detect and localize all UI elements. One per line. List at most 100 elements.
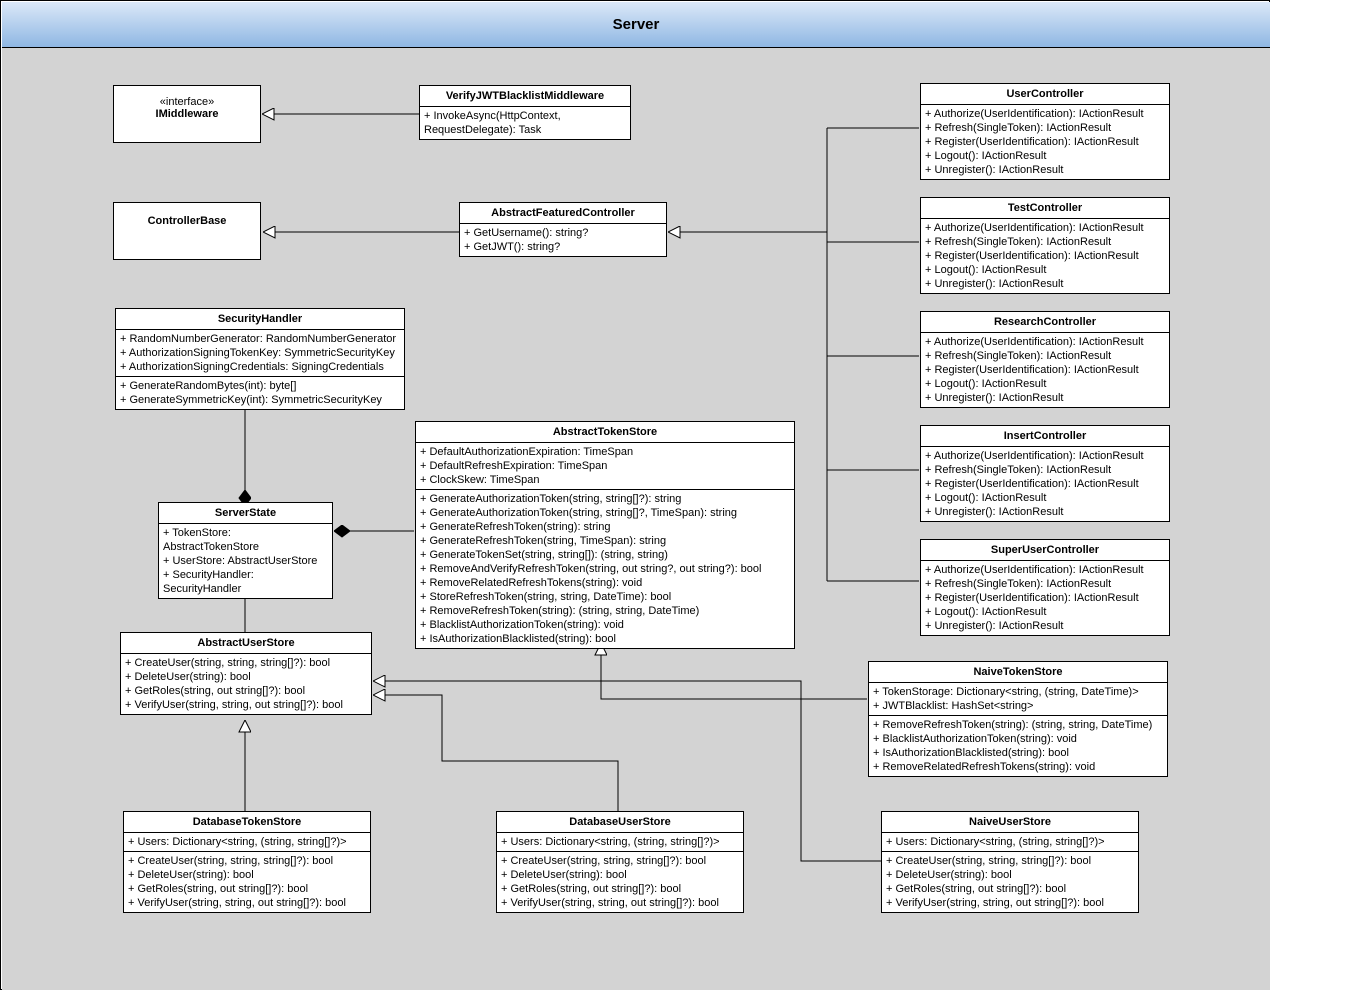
op: + GetJWT(): string? xyxy=(464,240,662,254)
package-server: Server xyxy=(0,0,1270,990)
class-name: AbstractUserStore xyxy=(121,633,371,654)
attr: + JWTBlacklist: HashSet<string> xyxy=(873,699,1163,713)
class-researchcontroller: ResearchController + Authorize(UserIdent… xyxy=(920,311,1170,408)
class-usercontroller: UserController + Authorize(UserIdentific… xyxy=(920,83,1170,180)
op: + GenerateRefreshToken(string, TimeSpan)… xyxy=(420,534,790,548)
op: + GetRoles(string, out string[]?): bool xyxy=(501,882,739,896)
op: + Logout(): IActionResult xyxy=(925,377,1165,391)
diagram-canvas: Server xyxy=(0,0,1361,1001)
class-name: NaiveTokenStore xyxy=(869,662,1167,683)
op: + Refresh(SingleToken): IActionResult xyxy=(925,463,1165,477)
op: + Unregister(): IActionResult xyxy=(925,505,1165,519)
op: + VerifyUser(string, string, out string[… xyxy=(128,896,366,910)
class-databaseuserstore: DatabaseUserStore + Users: Dictionary<st… xyxy=(496,811,744,913)
operations: + GenerateAuthorizationToken(string, str… xyxy=(416,490,794,648)
attributes: + TokenStorage: Dictionary<string, (stri… xyxy=(869,683,1167,716)
class-abstracttokenstore: AbstractTokenStore + DefaultAuthorizatio… xyxy=(415,421,795,649)
attr: + UserStore: AbstractUserStore xyxy=(163,554,328,568)
operations: + CreateUser(string, string, string[]?):… xyxy=(121,654,371,714)
op: + CreateUser(string, string, string[]?):… xyxy=(886,854,1134,868)
op: + CreateUser(string, string, string[]?):… xyxy=(125,656,367,670)
op: + Register(UserIdentification): IActionR… xyxy=(925,249,1165,263)
package-title: Server xyxy=(2,2,1270,48)
operations: + Authorize(UserIdentification): IAction… xyxy=(921,561,1169,635)
op: + DeleteUser(string): bool xyxy=(125,670,367,684)
op: + DeleteUser(string): bool xyxy=(501,868,739,882)
class-serverstate: ServerState + TokenStore: AbstractTokenS… xyxy=(158,502,333,599)
class-name: TestController xyxy=(921,198,1169,219)
op: + Authorize(UserIdentification): IAction… xyxy=(925,449,1165,463)
attr: + ClockSkew: TimeSpan xyxy=(420,473,790,487)
attr: + AuthorizationSigningCredentials: Signi… xyxy=(120,360,400,374)
class-name: SuperUserController xyxy=(921,540,1169,561)
operations: + CreateUser(string, string, string[]?):… xyxy=(497,852,743,912)
op: + GenerateAuthorizationToken(string, str… xyxy=(420,492,790,506)
class-name: SecurityHandler xyxy=(116,309,404,330)
class-name: InsertController xyxy=(921,426,1169,447)
class-name: AbstractTokenStore xyxy=(416,422,794,443)
op: + CreateUser(string, string, string[]?):… xyxy=(501,854,739,868)
op: + Register(UserIdentification): IActionR… xyxy=(925,477,1165,491)
op: + RemoveAndVerifyRefreshToken(string, ou… xyxy=(420,562,790,576)
operations: + InvokeAsync(HttpContext, RequestDelega… xyxy=(420,107,630,139)
op: + BlacklistAuthorizationToken(string): v… xyxy=(420,618,790,632)
op: + Authorize(UserIdentification): IAction… xyxy=(925,107,1165,121)
attributes: + Users: Dictionary<string, (string, str… xyxy=(882,833,1138,852)
class-verifyjwt: VerifyJWTBlacklistMiddleware + InvokeAsy… xyxy=(419,85,631,140)
op: + Unregister(): IActionResult xyxy=(925,391,1165,405)
class-name: DatabaseTokenStore xyxy=(124,812,370,833)
op: + Refresh(SingleToken): IActionResult xyxy=(925,121,1165,135)
op: + RemoveRelatedRefreshTokens(string): vo… xyxy=(873,760,1163,774)
op: + Logout(): IActionResult xyxy=(925,263,1165,277)
op: + InvokeAsync(HttpContext, RequestDelega… xyxy=(424,109,626,137)
op: + VerifyUser(string, string, out string[… xyxy=(125,698,367,712)
op: + DeleteUser(string): bool xyxy=(886,868,1134,882)
operations: + CreateUser(string, string, string[]?):… xyxy=(124,852,370,912)
op: + Logout(): IActionResult xyxy=(925,605,1165,619)
op: + GetRoles(string, out string[]?): bool xyxy=(125,684,367,698)
attributes: + Users: Dictionary<string, (string, str… xyxy=(497,833,743,852)
operations: + RemoveRefreshToken(string): (string, s… xyxy=(869,716,1167,776)
op: + RemoveRefreshToken(string): (string, s… xyxy=(420,604,790,618)
op: + Register(UserIdentification): IActionR… xyxy=(925,363,1165,377)
op: + Register(UserIdentification): IActionR… xyxy=(925,591,1165,605)
op: + IsAuthorizationBlacklisted(string): bo… xyxy=(873,746,1163,760)
op: + Logout(): IActionResult xyxy=(925,149,1165,163)
class-naiveuserstore: NaiveUserStore + Users: Dictionary<strin… xyxy=(881,811,1139,913)
attr: + RandomNumberGenerator: RandomNumberGen… xyxy=(120,332,400,346)
attributes: + Users: Dictionary<string, (string, str… xyxy=(124,833,370,852)
attr: + AuthorizationSigningTokenKey: Symmetri… xyxy=(120,346,400,360)
op: + Authorize(UserIdentification): IAction… xyxy=(925,563,1165,577)
class-abstractfeaturedcontroller: AbstractFeaturedController + GetUsername… xyxy=(459,202,667,257)
class-name: AbstractFeaturedController xyxy=(460,203,666,224)
op: + RemoveRelatedRefreshTokens(string): vo… xyxy=(420,576,790,590)
op: + IsAuthorizationBlacklisted(string): bo… xyxy=(420,632,790,646)
attr: + DefaultAuthorizationExpiration: TimeSp… xyxy=(420,445,790,459)
op: + GetRoles(string, out string[]?): bool xyxy=(128,882,366,896)
op: + Authorize(UserIdentification): IAction… xyxy=(925,335,1165,349)
class-naivetokenstore: NaiveTokenStore + TokenStorage: Dictiona… xyxy=(868,661,1168,777)
op: + GetUsername(): string? xyxy=(464,226,662,240)
attr: + DefaultRefreshExpiration: TimeSpan xyxy=(420,459,790,473)
op: + RemoveRefreshToken(string): (string, s… xyxy=(873,718,1163,732)
attr: + Users: Dictionary<string, (string, str… xyxy=(128,835,366,849)
op: + Refresh(SingleToken): IActionResult xyxy=(925,235,1165,249)
op: + Refresh(SingleToken): IActionResult xyxy=(925,349,1165,363)
attributes: + RandomNumberGenerator: RandomNumberGen… xyxy=(116,330,404,377)
class-name: VerifyJWTBlacklistMiddleware xyxy=(420,86,630,107)
attr: + TokenStorage: Dictionary<string, (stri… xyxy=(873,685,1163,699)
operations: + Authorize(UserIdentification): IAction… xyxy=(921,333,1169,407)
class-imiddleware: «interface» IMiddleware xyxy=(113,85,261,143)
class-databasetokenstore: DatabaseTokenStore + Users: Dictionary<s… xyxy=(123,811,371,913)
op: + Unregister(): IActionResult xyxy=(925,163,1165,177)
operations: + Authorize(UserIdentification): IAction… xyxy=(921,105,1169,179)
op: + Authorize(UserIdentification): IAction… xyxy=(925,221,1165,235)
op: + GenerateRefreshToken(string): string xyxy=(420,520,790,534)
class-name: UserController xyxy=(921,84,1169,105)
op: + GenerateRandomBytes(int): byte[] xyxy=(120,379,400,393)
op: + DeleteUser(string): bool xyxy=(128,868,366,882)
attr: + TokenStore: AbstractTokenStore xyxy=(163,526,328,554)
operations: + GetUsername(): string? + GetJWT(): str… xyxy=(460,224,666,256)
class-testcontroller: TestController + Authorize(UserIdentific… xyxy=(920,197,1170,294)
class-insertcontroller: InsertController + Authorize(UserIdentif… xyxy=(920,425,1170,522)
